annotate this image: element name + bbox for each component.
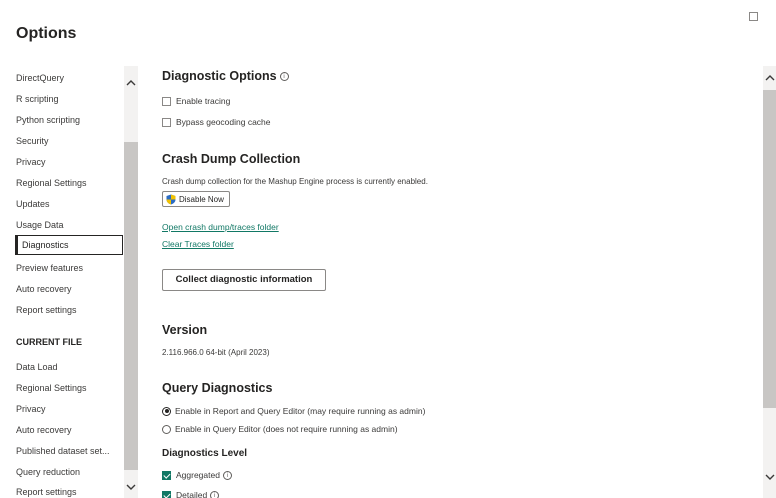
detailed-info-icon[interactable]: i xyxy=(210,490,220,498)
enable-query-editor-row[interactable]: Enable in Query Editor (does not require… xyxy=(162,424,398,434)
sidebar-item-preview-features[interactable]: Preview features xyxy=(16,263,83,273)
clear-traces-folder-link[interactable]: Clear Traces folder xyxy=(162,239,234,249)
sidebar-item-regional-settings[interactable]: Regional Settings xyxy=(16,178,87,188)
sidebar-item-python-scripting[interactable]: Python scripting xyxy=(16,115,80,125)
sidebar-item-query-reduction[interactable]: Query reduction xyxy=(16,467,80,477)
sidebar-item-auto-recovery[interactable]: Auto recovery xyxy=(16,284,72,294)
sidebar-scroll-up-icon[interactable] xyxy=(124,77,138,91)
sidebar-scroll-down-icon[interactable] xyxy=(124,482,138,496)
collect-diagnostic-info-button[interactable]: Collect diagnostic information xyxy=(162,269,326,291)
crash-dump-description: Crash dump collection for the Mashup Eng… xyxy=(162,177,428,186)
version-heading: Version xyxy=(162,323,208,337)
sidebar-item-diagnostics[interactable]: Diagnostics xyxy=(15,235,123,255)
options-sidebar: DirectQuery R scripting Python scripting… xyxy=(8,66,138,498)
diagnostics-level-heading: Diagnostics Level xyxy=(162,448,248,459)
sidebar-item-r-scripting[interactable]: R scripting xyxy=(16,94,59,104)
content-scrollbar-thumb[interactable] xyxy=(763,90,776,408)
aggregated-row[interactable]: Aggregated i xyxy=(162,470,232,480)
enable-report-and-query-editor-radio[interactable] xyxy=(162,406,171,416)
info-icon[interactable]: i xyxy=(279,72,289,82)
enable-tracing-label: Enable tracing xyxy=(176,96,231,106)
enable-tracing-checkbox[interactable] xyxy=(162,96,171,106)
disable-now-label: Disable Now xyxy=(179,194,224,204)
maximize-button[interactable] xyxy=(749,12,758,21)
sidebar-item-security[interactable]: Security xyxy=(16,136,49,146)
enable-query-editor-label: Enable in Query Editor (does not require… xyxy=(175,424,398,434)
sidebar-item-data-load[interactable]: Data Load xyxy=(16,362,58,372)
sidebar-item-updates[interactable]: Updates xyxy=(16,199,50,209)
sidebar-item-privacy[interactable]: Privacy xyxy=(16,157,46,167)
sidebar-item-report-settings[interactable]: Report settings xyxy=(16,305,77,315)
enable-query-editor-radio[interactable] xyxy=(162,424,171,434)
bypass-geocoding-row[interactable]: Bypass geocoding cache xyxy=(162,117,271,127)
enable-tracing-row[interactable]: Enable tracing xyxy=(162,96,230,106)
sidebar-item-file-report-settings[interactable]: Report settings xyxy=(16,487,77,497)
detailed-label: Detailed xyxy=(176,490,208,498)
bypass-geocoding-checkbox[interactable] xyxy=(162,117,171,127)
bypass-geocoding-label: Bypass geocoding cache xyxy=(176,117,271,127)
sidebar-scrollbar-thumb[interactable] xyxy=(124,142,138,470)
version-value: 2.116.966.0 64-bit (April 2023) xyxy=(162,348,270,357)
content-scroll-down-icon[interactable] xyxy=(763,472,776,486)
aggregated-checkbox[interactable] xyxy=(162,470,171,480)
current-file-heading: CURRENT FILE xyxy=(16,337,82,347)
crash-dump-heading: Crash Dump Collection xyxy=(162,152,301,166)
detailed-row[interactable]: Detailed i xyxy=(162,490,220,498)
aggregated-info-icon[interactable]: i xyxy=(222,470,232,480)
sidebar-item-directquery[interactable]: DirectQuery xyxy=(16,73,64,83)
diagnostic-options-heading: Diagnostic Options i xyxy=(162,69,289,83)
sidebar-item-file-auto-recovery[interactable]: Auto recovery xyxy=(16,425,72,435)
sidebar-item-file-privacy[interactable]: Privacy xyxy=(16,404,46,414)
diagnostic-options-title: Diagnostic Options xyxy=(162,69,277,83)
enable-report-and-query-editor-row[interactable]: Enable in Report and Query Editor (may r… xyxy=(162,406,425,416)
dialog-title: Options xyxy=(16,25,77,42)
sidebar-item-usage-data[interactable]: Usage Data xyxy=(16,220,64,230)
detailed-checkbox[interactable] xyxy=(162,490,171,498)
aggregated-label: Aggregated xyxy=(176,470,220,480)
uac-shield-icon xyxy=(166,194,176,204)
content-scroll-up-icon[interactable] xyxy=(763,72,776,86)
disable-now-button[interactable]: Disable Now xyxy=(162,191,230,207)
sidebar-item-file-regional-settings[interactable]: Regional Settings xyxy=(16,383,87,393)
open-crash-dump-folder-link[interactable]: Open crash dump/traces folder xyxy=(162,222,279,232)
query-diagnostics-heading: Query Diagnostics xyxy=(162,381,273,395)
sidebar-item-published-dataset[interactable]: Published dataset set... xyxy=(16,446,110,456)
diagnostics-content: Diagnostic Options i Enable tracing Bypas… xyxy=(160,66,750,498)
enable-report-and-query-editor-label: Enable in Report and Query Editor (may r… xyxy=(175,406,426,416)
